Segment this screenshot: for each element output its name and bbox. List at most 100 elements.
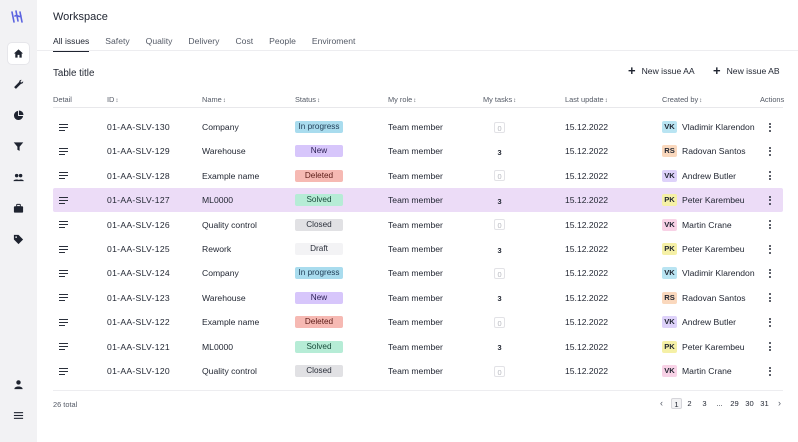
my-tasks-count: 3 [497,245,502,255]
row-actions-button[interactable] [768,139,771,163]
detail-button[interactable] [59,139,68,163]
table-row[interactable]: 01-AA-SLV-120 Quality control Closed Team m… [53,359,783,383]
prev-page-button[interactable]: ‹ [656,398,667,409]
page-button-31[interactable]: 31 [759,398,770,409]
my-role: Team member [388,268,443,279]
detail-button[interactable] [59,310,68,334]
column-header-detail: Detail [53,95,72,104]
nav-work-button[interactable] [8,198,29,219]
more-vertical-icon [768,268,771,278]
table-row[interactable]: 01-AA-SLV-128 Example name Deleted Team mem… [53,164,783,188]
detail-button[interactable] [59,335,68,359]
nav-reports-button[interactable] [8,105,29,126]
table-row[interactable]: 01-AA-SLV-123 Warehouse New Team member 3 15.… [53,286,783,310]
detail-button[interactable] [59,213,68,237]
row-actions-button[interactable] [768,286,771,310]
table-row[interactable]: 01-AA-SLV-129 Warehouse New Team member 3 15.… [53,139,783,163]
row-actions-button[interactable] [768,237,771,261]
column-header-last-update[interactable]: Last update↕ [565,95,608,104]
detail-button[interactable] [59,164,68,188]
row-actions-button[interactable] [768,115,771,139]
created-by-cell: VK Andrew Butler [662,310,736,334]
detail-button[interactable] [59,359,68,383]
next-page-button[interactable]: › [774,398,785,409]
column-header-created-by[interactable]: Created by↕ [662,95,702,104]
table-footer-divider [53,390,783,391]
details-icon [59,367,68,375]
more-vertical-icon [768,342,771,352]
status-badge: New [295,145,343,158]
status-cell: Deleted [295,310,343,334]
my-tasks-cell: 3 [494,286,505,310]
table-row[interactable]: 01-AA-SLV-124 Company In progress Team memb… [53,261,783,285]
my-tasks-count: 3 [497,196,502,206]
my-tasks-cell: 3 [494,188,505,212]
detail-button[interactable] [59,237,68,261]
new-issue-aa-button[interactable]: + New issue AA [628,64,695,77]
row-actions-button[interactable] [768,261,771,285]
creator-name: Peter Karembeu [682,195,745,206]
detail-button[interactable] [59,261,68,285]
issue-id: 01-AA-SLV-127 [107,195,170,206]
column-header-tasks[interactable]: My tasks↕ [483,95,516,104]
created-by-cell: VK Andrew Butler [662,164,736,188]
page-button-30[interactable]: 30 [744,398,755,409]
column-header-status[interactable]: Status↕ [295,95,320,104]
my-role: Team member [388,195,443,206]
page-button-29[interactable]: 29 [729,398,740,409]
status-badge: Solved [295,194,343,207]
last-update: 15.12.2022 [565,219,609,230]
new-issue-ab-button[interactable]: + New issue AB [713,64,780,77]
page-button-2[interactable]: 2 [684,398,695,409]
details-icon [59,172,68,180]
table-row[interactable]: 01-AA-SLV-125 Rework Draft Team member 3 15.1… [53,237,783,261]
row-actions-button[interactable] [768,164,771,188]
created-by-cell: PK Peter Karembeu [662,335,745,359]
home-icon [13,49,24,58]
table-row[interactable]: 01-AA-SLV-130 Company In progress Team memb… [53,115,783,139]
table-header: Detail ID↕ Name↕ Status↕ My role↕ My tas… [53,94,784,108]
detail-button[interactable] [59,188,68,212]
avatar: VK [662,169,677,182]
more-vertical-icon [768,146,771,156]
row-actions-button[interactable] [768,335,771,359]
nav-tags-button[interactable] [8,229,29,250]
my-tasks-count: 0 [494,365,505,377]
table-row[interactable]: 01-AA-SLV-127 ML0000 Solved Team member 3 15.… [53,188,783,213]
row-actions-button[interactable] [768,213,771,237]
page-button-1[interactable]: 1 [671,398,682,409]
row-actions-button[interactable] [768,188,771,212]
detail-button[interactable] [59,286,68,310]
status-badge: In progress [295,121,343,133]
created-by-cell: RS Radovan Santos [662,286,746,310]
page-button-3[interactable]: 3 [699,398,710,409]
status-badge: Closed [295,365,343,377]
table-row[interactable]: 01-AA-SLV-122 Example name Deleted Team mem… [53,310,783,334]
nav-people-button[interactable] [8,167,29,188]
my-tasks-cell: 0 [494,164,505,188]
column-header-name[interactable]: Name↕ [202,95,226,104]
my-role: Team member [388,219,443,230]
nav-tools-button[interactable] [8,74,29,95]
nav-menu-button[interactable] [8,405,29,426]
status-badge: Deleted [295,169,343,182]
column-header-id[interactable]: ID↕ [107,95,118,104]
status-cell: Draft [295,237,343,261]
nav-home-button[interactable] [8,43,29,64]
row-actions-button[interactable] [768,359,771,383]
pie-chart-icon [13,110,24,121]
column-header-role[interactable]: My role↕ [388,95,416,104]
table-row[interactable]: 01-AA-SLV-126 Quality control Closed Team m… [53,213,783,237]
nav-profile-button[interactable] [8,374,29,395]
table-row[interactable]: 01-AA-SLV-121 ML0000 Solved Team member 3 15.… [53,335,783,359]
more-vertical-icon [768,122,771,132]
detail-button[interactable] [59,115,68,139]
my-role: Team member [388,366,443,376]
row-actions-button[interactable] [768,310,771,334]
pagination: ‹ 1 2 3 ... 29 30 31 › [654,398,785,409]
page-ellipsis: ... [716,399,723,408]
nav-filter-button[interactable] [8,136,29,157]
issue-name: ML0000 [202,195,234,206]
created-by-cell: RS Radovan Santos [662,139,746,163]
logo-icon [11,10,23,23]
